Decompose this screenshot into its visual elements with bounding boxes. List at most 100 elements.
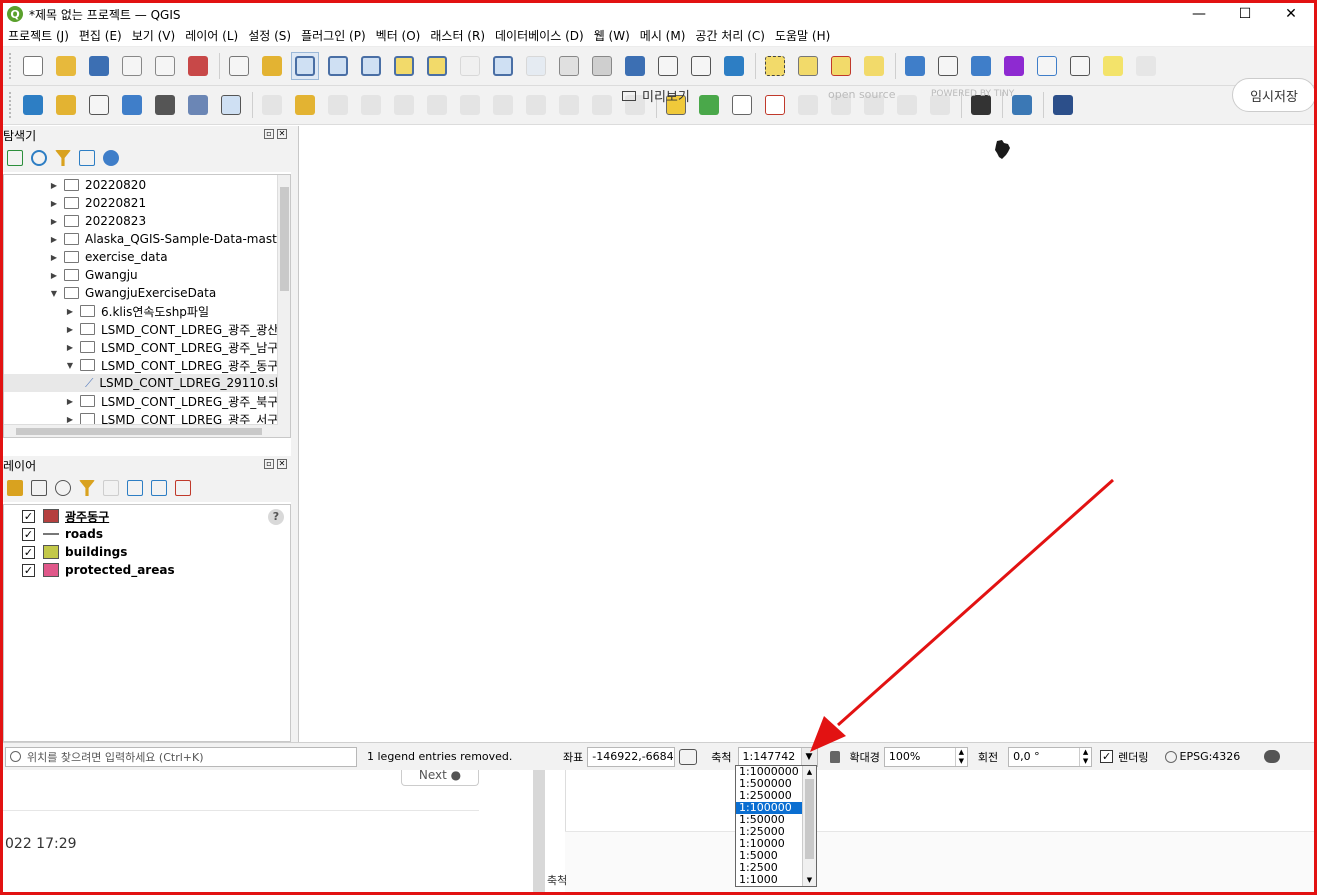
copy-features-icon[interactable] <box>522 91 550 119</box>
refresh-icon[interactable] <box>31 150 47 166</box>
refresh-icon[interactable] <box>720 52 748 80</box>
float-panel-icon[interactable]: ▫ <box>264 459 274 469</box>
filter-icon[interactable] <box>55 150 71 166</box>
collapse-all-layers-icon[interactable] <box>151 480 167 496</box>
browser-tree-item[interactable]: ⟋ LSMD_CONT_LDREG_29110.shp <box>4 374 290 392</box>
new-project-icon[interactable] <box>19 52 47 80</box>
preview-button[interactable]: 미리보기 <box>622 86 690 105</box>
coordinate-toggle-icon[interactable] <box>679 748 698 765</box>
zoom-to-layer-icon[interactable] <box>423 52 451 80</box>
digitize-icon[interactable] <box>217 91 245 119</box>
browser-tree-item[interactable]: ▼ LSMD_CONT_LDREG_광주_동구 <box>4 356 290 374</box>
next-button[interactable]: Next ● <box>401 768 479 786</box>
layout-manager-icon[interactable] <box>151 52 179 80</box>
toggle-editing-icon[interactable] <box>291 91 319 119</box>
map-canvas[interactable] <box>298 126 1314 742</box>
help-contents-icon[interactable] <box>1049 91 1077 119</box>
float-panel-icon[interactable]: ▫ <box>264 129 274 139</box>
unpinned-label-icon[interactable] <box>761 91 789 119</box>
new-shapefile-icon[interactable] <box>85 91 113 119</box>
style-manager-icon[interactable] <box>184 52 212 80</box>
browser-tree-item[interactable]: ▶ 20220823 <box>4 212 290 230</box>
cut-features-icon[interactable] <box>489 91 517 119</box>
browser-horizontal-scrollbar[interactable] <box>4 424 278 437</box>
browser-tree-item[interactable]: ▶ exercise_data <box>4 248 290 266</box>
help-icon[interactable]: ? <box>268 509 284 525</box>
close-button[interactable]: ✕ <box>1268 3 1314 25</box>
locator-search[interactable]: 위치를 찾으려면 입력하세요 (Ctrl+K) <box>5 746 357 767</box>
browser-tree-item[interactable]: ▼ GwangjuExerciseData <box>4 284 290 302</box>
locate-icon[interactable] <box>1132 52 1160 80</box>
add-selected-layers-icon[interactable] <box>7 150 23 166</box>
save-edits-icon[interactable] <box>324 91 352 119</box>
save-project-icon[interactable] <box>85 52 113 80</box>
layer-diagram-icon[interactable] <box>695 91 723 119</box>
layer-visibility-checkbox[interactable]: ✓ <box>22 527 35 541</box>
menu-item[interactable]: 편집 (E) <box>74 27 127 44</box>
highlight-pinned-label-icon[interactable] <box>728 91 756 119</box>
messages-icon[interactable] <box>1264 750 1281 763</box>
menu-item[interactable]: 데이터베이스 (D) <box>490 27 589 44</box>
new-geopackage-icon[interactable] <box>52 91 80 119</box>
collapsed-arrow-icon[interactable]: ▶ <box>64 325 76 334</box>
menu-item[interactable]: 플러그인 (P) <box>296 27 371 44</box>
dock-splitter[interactable] <box>291 126 298 742</box>
new-temporary-layer-icon[interactable] <box>118 91 146 119</box>
vertex-tool-icon[interactable] <box>390 91 418 119</box>
remove-layer-icon[interactable] <box>175 480 191 496</box>
close-panel-icon[interactable]: ✕ <box>277 459 287 469</box>
collapse-all-icon[interactable] <box>79 150 95 166</box>
browser-tree-item[interactable]: ▶ LSMD_CONT_LDREG_광주_광산구 <box>4 320 290 338</box>
menu-item[interactable]: 벡터 (O) <box>371 27 426 44</box>
close-panel-icon[interactable]: ✕ <box>277 129 287 139</box>
filter-legend-icon[interactable] <box>79 480 95 496</box>
temp-save-button[interactable]: 임시저장 <box>1232 78 1316 112</box>
browser-tree-item[interactable]: ▶ 6.klis연속도shp파일 <box>4 302 290 320</box>
maximize-button[interactable]: ☐ <box>1222 3 1268 25</box>
browser-vertical-scrollbar[interactable] <box>277 175 290 437</box>
collapsed-arrow-icon[interactable]: ▶ <box>64 397 76 406</box>
collapsed-arrow-icon[interactable]: ▶ <box>64 307 76 316</box>
undo-icon[interactable] <box>588 91 616 119</box>
layer-item[interactable]: ✓ buildings <box>4 543 290 561</box>
current-edits-icon[interactable] <box>258 91 286 119</box>
browser-tree-item[interactable]: ▶ Gwangju <box>4 266 290 284</box>
style-manager-icon[interactable] <box>7 480 23 496</box>
zoom-last-icon[interactable] <box>489 52 517 80</box>
select-location-icon[interactable] <box>860 52 888 80</box>
attribute-table-icon[interactable] <box>934 52 962 80</box>
deselect-all-icon[interactable] <box>827 52 855 80</box>
menu-item[interactable]: 프로젝트 (J) <box>3 27 74 44</box>
zoom-native-icon[interactable] <box>456 52 484 80</box>
expand-all-icon[interactable] <box>127 480 143 496</box>
crs-button[interactable]: EPSG:4326 <box>1180 750 1241 763</box>
browser-tree-item[interactable]: ▶ LSMD_CONT_LDREG_광주_남구 <box>4 338 290 356</box>
menu-item[interactable]: 웹 (W) <box>589 27 635 44</box>
zoom-full-icon[interactable] <box>357 52 385 80</box>
browser-tree-item[interactable]: ▶ 20220820 <box>4 176 290 194</box>
new-bookmark-icon[interactable] <box>621 52 649 80</box>
render-checkbox[interactable]: ✓ <box>1100 750 1114 763</box>
filter-expression-icon[interactable] <box>103 480 119 496</box>
info-icon[interactable] <box>103 150 119 166</box>
new-virtual-layer-icon[interactable] <box>184 91 212 119</box>
browser-tree[interactable]: ▶ 20220820 ▶ 20220821 ▶ 20220823 ▶ Alaska_QGIS-… <box>3 174 291 438</box>
pan-icon[interactable] <box>225 52 253 80</box>
collapsed-arrow-icon[interactable]: ▶ <box>48 271 60 280</box>
open-table-icon[interactable] <box>1033 52 1061 80</box>
new-spatialite-icon[interactable] <box>151 91 179 119</box>
expanded-arrow-icon[interactable]: ▼ <box>64 361 76 370</box>
expanded-arrow-icon[interactable]: ▼ <box>48 289 60 298</box>
browser-tree-item[interactable]: ▶ 20220821 <box>4 194 290 212</box>
menu-item[interactable]: 공간 처리 (C) <box>690 27 770 44</box>
new-3d-map-icon[interactable] <box>588 52 616 80</box>
layer-visibility-checkbox[interactable]: ✓ <box>22 509 35 523</box>
measure-icon[interactable] <box>1066 52 1094 80</box>
zoom-to-selection-icon[interactable] <box>390 52 418 80</box>
map-tips-icon[interactable] <box>1099 52 1127 80</box>
zoom-out-icon[interactable] <box>324 52 352 80</box>
collapsed-arrow-icon[interactable]: ▶ <box>48 253 60 262</box>
data-source-manager-icon[interactable] <box>19 91 47 119</box>
layer-visibility-checkbox[interactable]: ✓ <box>22 545 35 559</box>
layer-item[interactable]: ✓ roads <box>4 525 290 543</box>
